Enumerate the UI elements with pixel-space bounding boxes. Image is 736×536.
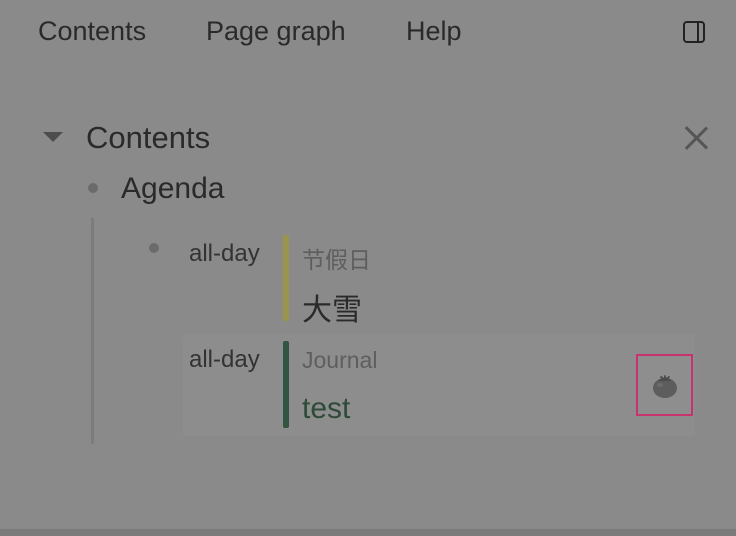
pomodoro-button[interactable] (636, 354, 693, 416)
agenda-label: Agenda (121, 172, 225, 205)
indent-guide-line (91, 218, 94, 444)
contents-block-header: Contents (0, 112, 736, 162)
sidebar-toggle-icon[interactable] (683, 21, 705, 43)
tab-page-graph[interactable]: Page graph (206, 16, 346, 47)
close-icon[interactable] (683, 125, 709, 151)
tab-contents[interactable]: Contents (38, 16, 146, 47)
agenda-bullet[interactable] (88, 183, 98, 193)
agenda-event-holiday[interactable]: all-day 节假日 大雪 (183, 230, 695, 327)
event-calendar-name: 节假日 (302, 247, 371, 273)
event-color-bar (283, 341, 289, 428)
agenda-block: Agenda (0, 168, 736, 212)
bottom-divider (0, 529, 736, 536)
agenda-event-journal[interactable]: all-day Journal test (183, 334, 695, 436)
tab-help[interactable]: Help (406, 16, 462, 47)
event-color-bar (283, 235, 289, 321)
event-title: test (302, 392, 351, 425)
event-calendar-name: Journal (302, 347, 378, 373)
tomato-icon (653, 375, 677, 398)
event-bullet[interactable] (149, 243, 159, 253)
event-title: 大雪 (302, 294, 362, 327)
event-time: all-day (189, 240, 260, 267)
event-time: all-day (189, 346, 260, 373)
sidebar-tab-bar: Contents Page graph Help (0, 0, 736, 68)
caret-down-icon[interactable] (43, 132, 63, 142)
contents-title: Contents (86, 120, 211, 155)
